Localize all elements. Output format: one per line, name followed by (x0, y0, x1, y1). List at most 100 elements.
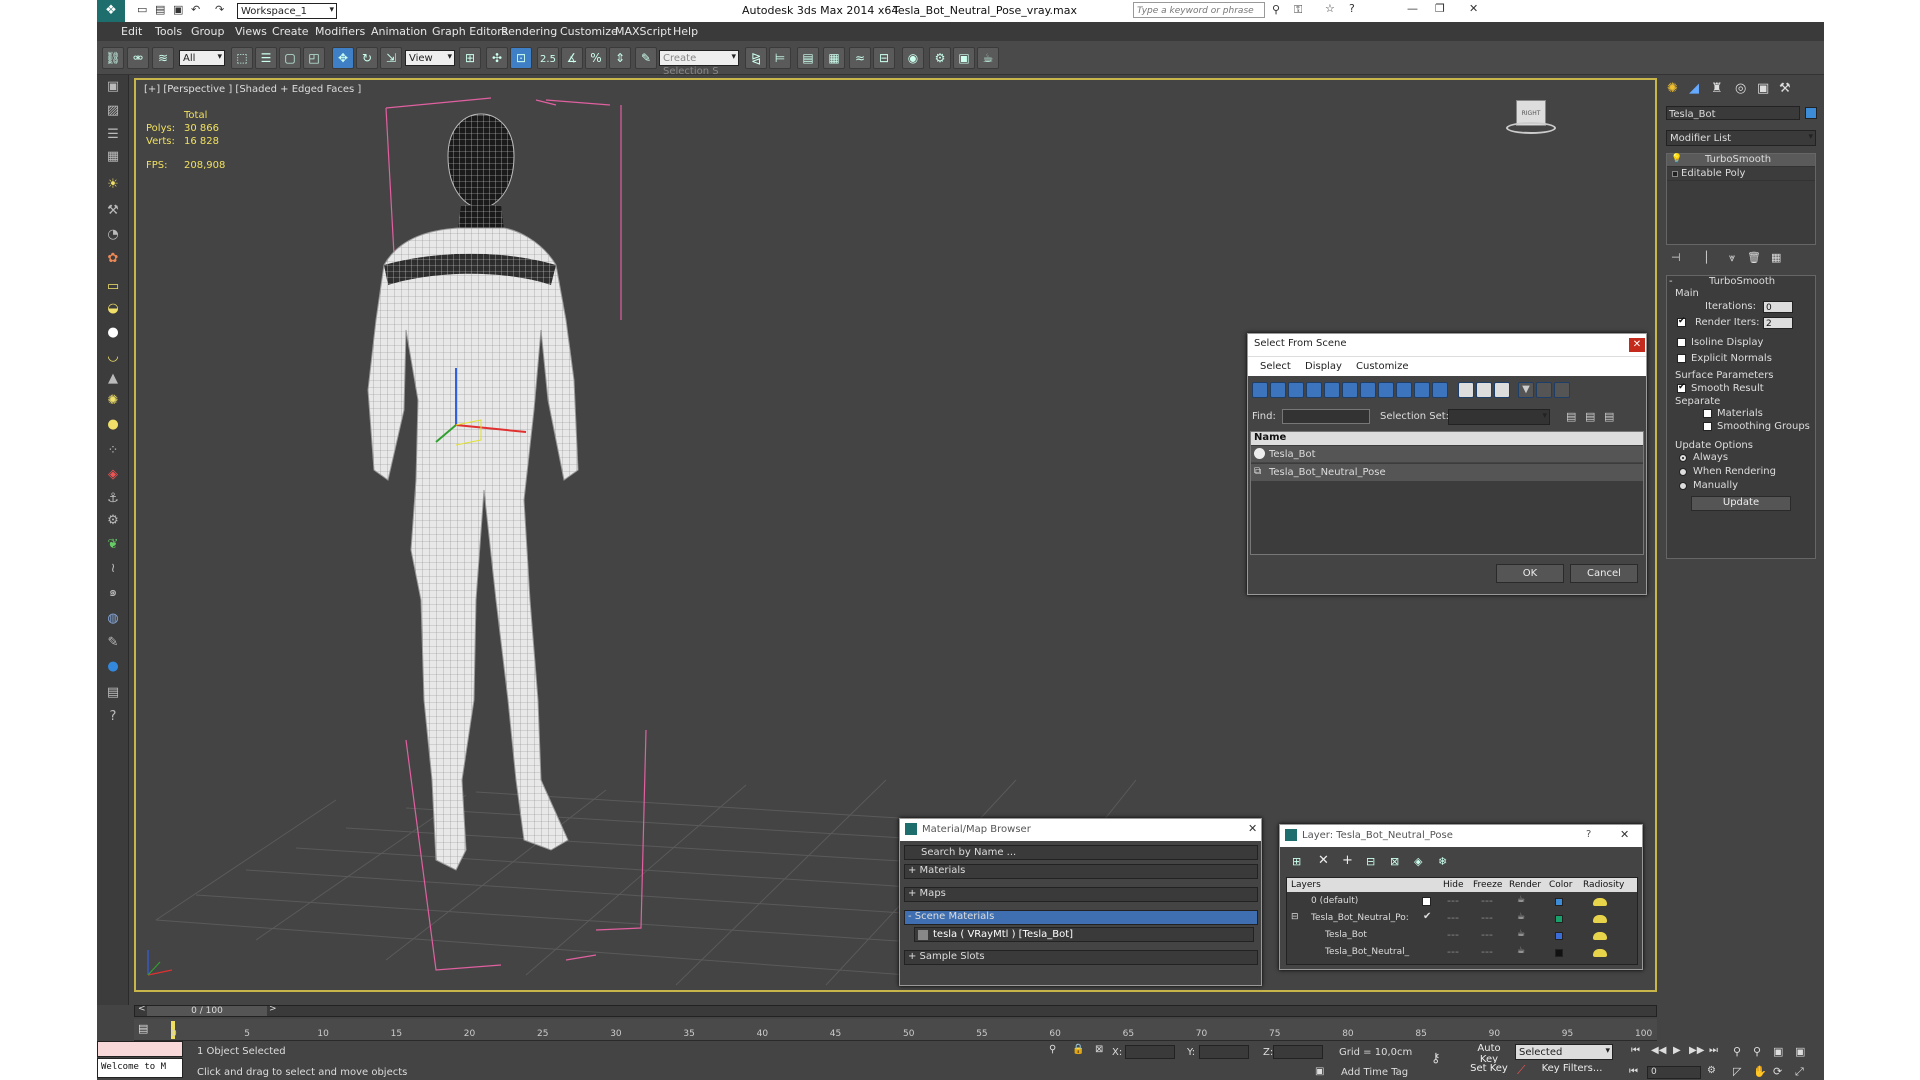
menu-tools[interactable]: Tools (155, 25, 182, 38)
object-name-field[interactable]: Tesla_Bot (1666, 106, 1800, 120)
dots-icon[interactable]: ⁘ (103, 441, 123, 461)
select-all-icon[interactable] (1458, 382, 1474, 398)
selection-set-dropdown[interactable] (1448, 409, 1550, 425)
filter-xrefs-icon[interactable] (1378, 382, 1394, 398)
bind-spacewarp-icon[interactable]: ≋ (152, 47, 174, 69)
new-file-icon[interactable]: ▭ (137, 3, 147, 16)
save-file-icon[interactable]: ▣ (173, 3, 183, 16)
sel-set-icon-3[interactable]: ▤ (1604, 410, 1614, 423)
z-field[interactable] (1273, 1045, 1323, 1059)
table-row[interactable]: 0 (default) --- --- ☕ (1287, 894, 1637, 910)
filter-helpers-icon[interactable] (1324, 382, 1340, 398)
circle-icon[interactable]: ● (103, 415, 123, 435)
globe-icon[interactable]: ◍ (103, 609, 123, 629)
stack-item-editable-poly[interactable]: Editable Poly (1667, 168, 1815, 181)
maxscript-listener[interactable] (97, 1041, 183, 1057)
zoom-all-icon[interactable]: ⚲ (1753, 1045, 1761, 1058)
binoculars-icon[interactable]: ⚲ (1272, 3, 1280, 16)
hide-dash[interactable]: --- (1447, 945, 1459, 958)
add-to-layer-icon[interactable]: + (1342, 853, 1353, 868)
col-render[interactable]: Render (1509, 880, 1541, 890)
speaker-icon[interactable]: ◔ (103, 225, 123, 245)
keyboard-shortcut-icon[interactable]: ⊡ (510, 47, 532, 69)
freeze-dash[interactable]: --- (1481, 894, 1493, 907)
select-by-name-icon[interactable]: ☰ (255, 47, 277, 69)
swirl-icon[interactable]: ๑ (103, 583, 123, 603)
radiosity-teapot-icon[interactable] (1593, 932, 1607, 940)
dialog-header[interactable]: Select From Scene ✕ (1248, 334, 1646, 356)
pivot-icon[interactable]: ⊞ (459, 47, 481, 69)
layer-color-swatch[interactable] (1555, 898, 1563, 906)
rect-selection-icon[interactable]: ▢ (279, 47, 301, 69)
display-tab-icon[interactable]: ▣ (1757, 81, 1769, 96)
configure-sets-icon[interactable]: ▦ (1771, 251, 1781, 264)
col-hide[interactable]: Hide (1443, 880, 1464, 890)
section-maps[interactable]: + Maps (904, 887, 1258, 902)
render-iters-checkbox[interactable] (1677, 316, 1686, 327)
tool-icon[interactable]: ⚒ (103, 201, 123, 221)
cancel-button[interactable]: Cancel (1570, 564, 1638, 583)
layer-manager-icon[interactable]: ▤ (797, 47, 819, 69)
sel-set-icon-1[interactable]: ▤ (1566, 410, 1576, 423)
prev-frame-icon[interactable]: ◀◀ (1651, 1045, 1666, 1056)
col-radiosity[interactable]: Radiosity (1583, 880, 1624, 890)
make-unique-icon[interactable]: ⩔ (1729, 251, 1735, 265)
current-layer-checkbox[interactable] (1422, 897, 1431, 906)
create-tab-icon[interactable]: ✺ (1667, 81, 1678, 96)
render-iters-spinner[interactable]: 2 (1763, 317, 1793, 329)
spinner-snap-icon[interactable]: ⇕ (609, 47, 631, 69)
maximize-viewport-icon[interactable]: ⤢ (1795, 1065, 1804, 1079)
minimize-icon[interactable]: — (1407, 2, 1418, 15)
iterations-spinner[interactable]: 0 (1763, 301, 1793, 313)
rendered-frame-icon[interactable]: ▣ (953, 47, 975, 69)
undo-icon[interactable]: ↶ (191, 3, 200, 16)
workspace-dropdown[interactable]: Workspace_1 (237, 3, 337, 19)
materials-checkbox[interactable] (1703, 409, 1712, 418)
menu-customize[interactable]: Customize (560, 25, 618, 38)
expand-icon[interactable]: ⊟ (1291, 912, 1299, 922)
freeze-all-icon[interactable]: ❄ (1438, 855, 1447, 868)
table-row[interactable]: ⊟ Tesla_Bot_Neutral_Po: ✔ --- --- ☕ (1287, 911, 1637, 927)
image-icon[interactable]: ▨ (103, 101, 123, 121)
unlink-icon[interactable]: ⚮ (127, 47, 149, 69)
close-icon[interactable]: ✕ (1629, 338, 1645, 352)
play-icon[interactable]: ▶ (1673, 1045, 1681, 1056)
y-field[interactable] (1199, 1045, 1249, 1059)
pan-icon[interactable]: ✋ (1753, 1065, 1767, 1078)
menu-select[interactable]: Select (1260, 361, 1291, 372)
table-row[interactable]: Tesla_Bot_Neutral_ --- --- ☕ (1287, 945, 1637, 961)
section-scene-materials[interactable]: - Scene Materials (904, 910, 1258, 925)
ref-coord-dropdown[interactable]: View (405, 50, 455, 66)
plane-icon[interactable]: ▭ (103, 277, 123, 297)
render-icon[interactable]: ☕ (977, 47, 999, 69)
highlight-layer-icon[interactable]: ⊠ (1390, 855, 1399, 868)
radiosity-teapot-icon[interactable] (1593, 949, 1607, 957)
blue-sphere-icon[interactable]: ● (103, 657, 123, 677)
material-editor-icon[interactable]: ◉ (902, 47, 924, 69)
render-teapot-icon[interactable]: ☕ (1517, 895, 1525, 905)
brick-icon[interactable]: ▤ (103, 683, 123, 703)
browser-header[interactable]: Material/Map Browser ✕ (900, 819, 1261, 841)
layer-header[interactable]: Layer: Tesla_Bot_Neutral_Pose ? ✕ (1280, 825, 1642, 847)
lock-icon[interactable]: 🔒 (1072, 1044, 1084, 1055)
x-field[interactable] (1125, 1045, 1175, 1059)
set-key-icon[interactable]: ⟋ (1517, 1063, 1525, 1078)
explicit-normals-checkbox[interactable] (1677, 354, 1686, 363)
browser-search[interactable]: Search by Name ... (904, 845, 1258, 860)
viewcube-ring[interactable] (1506, 122, 1556, 134)
mini-curve-icon[interactable]: ▤ (138, 1022, 148, 1035)
col-freeze[interactable]: Freeze (1473, 880, 1502, 890)
maximize-icon[interactable]: ❐ (1435, 2, 1445, 15)
light-icon[interactable]: ✺ (103, 391, 123, 411)
filter-spacewarps-icon[interactable] (1342, 382, 1358, 398)
menu-graph-editors[interactable]: Graph Editors (432, 25, 508, 38)
graphite-icon[interactable]: ▦ (823, 47, 845, 69)
orbit-icon[interactable]: ⟳ (1773, 1065, 1782, 1078)
modify-tab-icon[interactable]: ◢ (1689, 81, 1699, 96)
select-object-icon[interactable]: ⬚ (231, 47, 253, 69)
key-mode-icon[interactable]: ⚷ (1431, 1051, 1441, 1066)
filter-frozen-icon[interactable] (1432, 382, 1448, 398)
hide-dash[interactable]: --- (1447, 928, 1459, 941)
menu-customize[interactable]: Customize (1356, 361, 1409, 372)
link-icon[interactable]: ⛓ (102, 47, 124, 69)
